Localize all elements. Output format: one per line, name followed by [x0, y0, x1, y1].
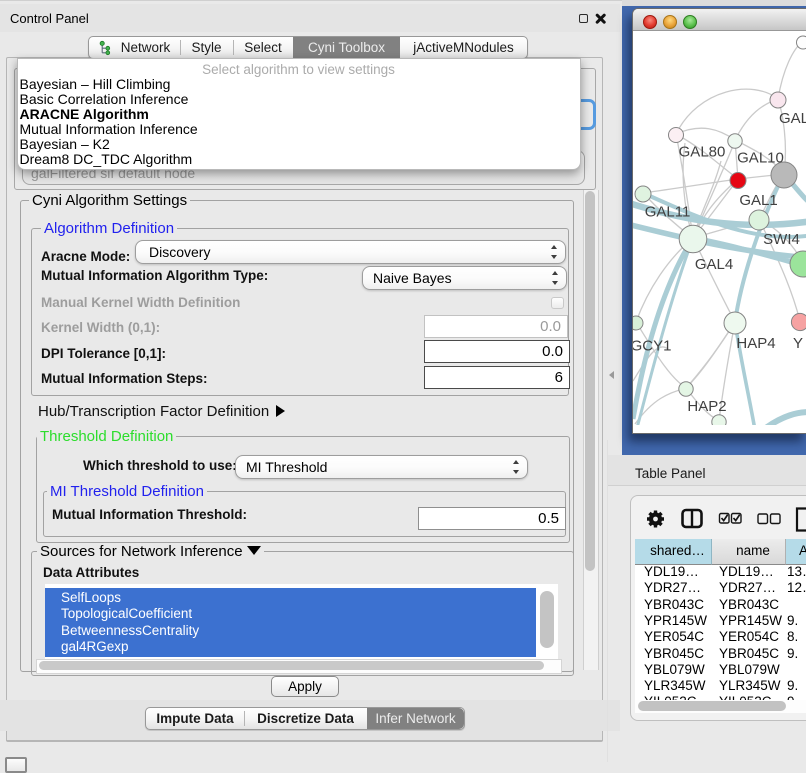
svg-text:SWI4: SWI4 [763, 231, 800, 248]
svg-text:GAL7: GAL7 [779, 110, 806, 127]
svg-text:GAL80: GAL80 [679, 144, 726, 161]
svg-text:GAL4: GAL4 [695, 256, 733, 273]
svg-text:GAL11: GAL11 [645, 204, 691, 221]
svg-text:GAL10: GAL10 [737, 150, 784, 167]
svg-text:HAP2: HAP2 [687, 398, 726, 415]
svg-text:Y: Y [793, 335, 803, 352]
svg-text:HAP4: HAP4 [736, 335, 775, 352]
svg-text:GCY1: GCY1 [633, 338, 671, 355]
svg-text:GAL1: GAL1 [739, 192, 777, 209]
